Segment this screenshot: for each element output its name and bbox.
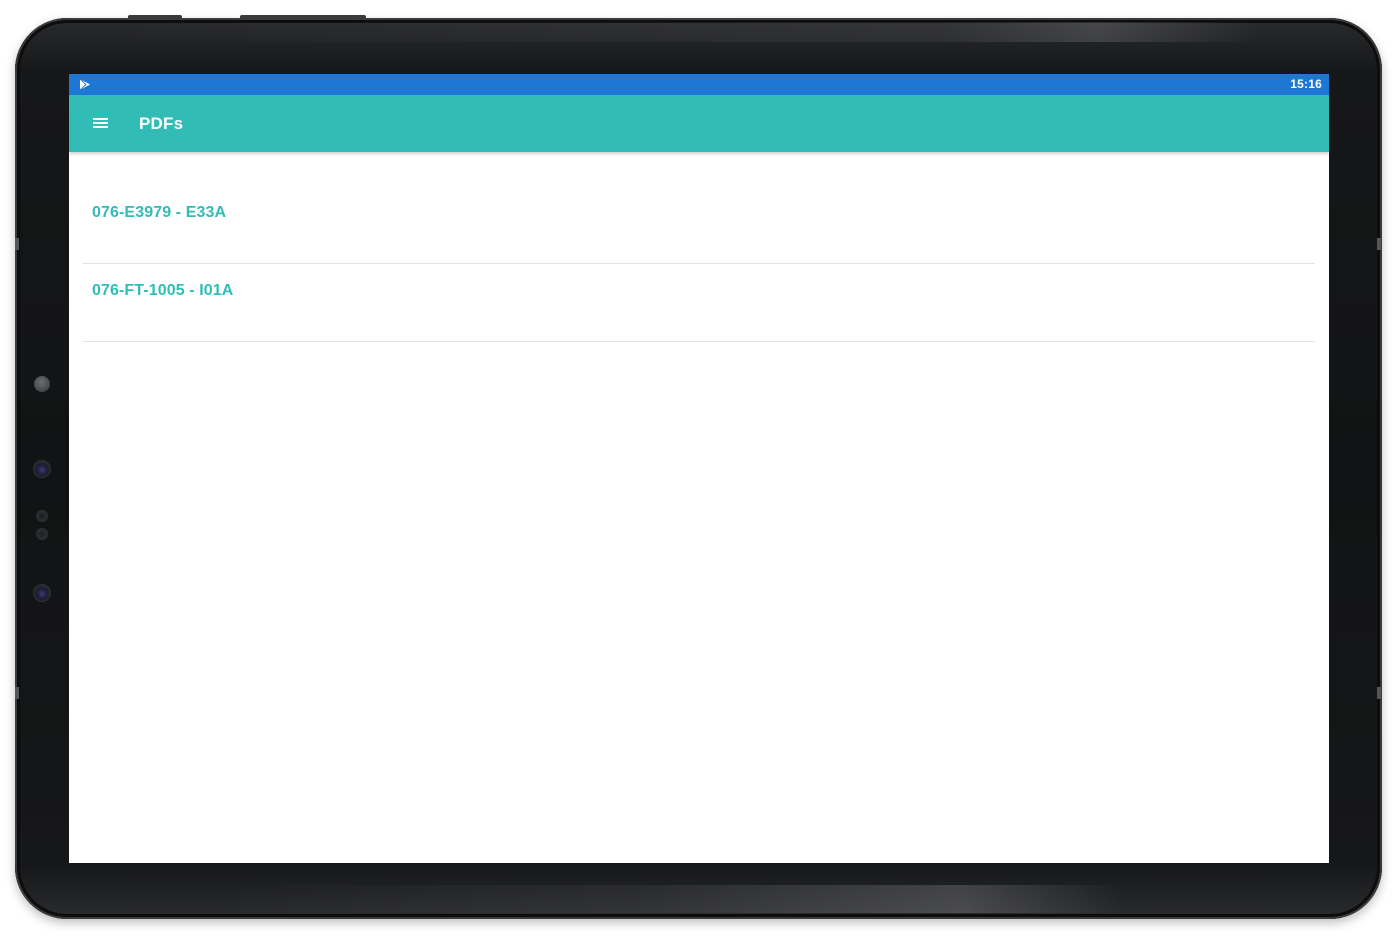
hamburger-menu-icon (92, 118, 108, 128)
pdf-item-label: 076-FT-1005 - I01A (92, 282, 234, 299)
sensor-dot (37, 511, 47, 521)
status-bar: 15:16 (69, 74, 1329, 95)
pdf-item-label: 076-E3979 - E33A (92, 204, 227, 221)
pdf-list-item[interactable]: 076-FT-1005 - I01A (83, 264, 1315, 342)
device-scene: 15:16 PDFs 076-E3979 - E33A 076-FT-1005 … (0, 0, 1400, 939)
frame-reflection (215, 885, 1282, 913)
sensor-dot (37, 529, 47, 539)
sensor-lens (34, 585, 50, 601)
app-bar: PDFs (69, 95, 1329, 152)
play-store-icon (79, 78, 90, 91)
front-camera (34, 376, 50, 392)
frame-notch (1377, 238, 1381, 250)
status-time: 15:16 (1290, 77, 1322, 91)
pdf-list: 076-E3979 - E33A 076-FT-1005 - I01A (83, 152, 1315, 342)
pdf-list-item[interactable]: 076-E3979 - E33A (83, 152, 1315, 264)
page-title: PDFs (139, 114, 184, 133)
frame-notch (15, 238, 19, 250)
tablet-screen: 15:16 PDFs 076-E3979 - E33A 076-FT-1005 … (69, 74, 1329, 863)
menu-button[interactable] (86, 109, 114, 137)
frame-notch (1377, 687, 1381, 699)
sensor-lens (34, 461, 50, 477)
frame-notch (15, 687, 19, 699)
